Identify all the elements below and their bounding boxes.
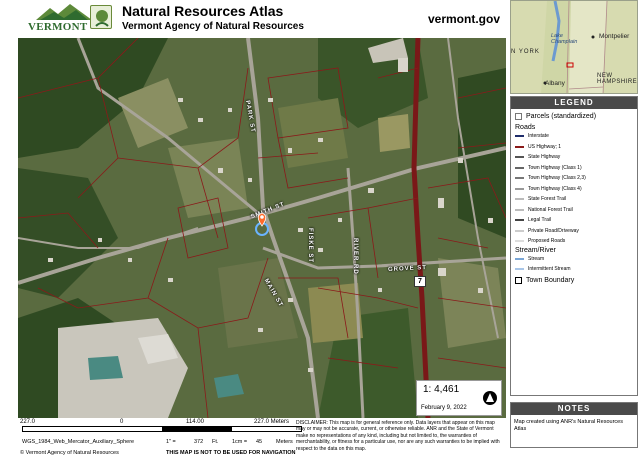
road-swatch	[515, 240, 524, 242]
stream-swatch	[515, 258, 524, 260]
legend-town-boundary-label: Town Boundary	[526, 277, 575, 284]
scale-info-box: 1: 4,461 February 9, 2022	[416, 380, 502, 416]
mountain-icon	[36, 4, 92, 20]
inset-label-nh: NEW HAMPSHIRE	[597, 73, 638, 85]
legend-road-label: Private Road/Driveway	[528, 227, 579, 234]
road-swatch	[515, 135, 524, 137]
map-date: February 9, 2022	[421, 405, 467, 411]
location-pin-icon[interactable]	[254, 210, 270, 236]
legend-road-row: US Highway; 1	[515, 144, 561, 150]
conversion-text: Meters	[276, 439, 293, 445]
legend-stream-row: Intermittent Stream	[515, 266, 571, 272]
vermont-logo-text: VERMONT	[28, 21, 88, 33]
road-swatch	[515, 177, 524, 179]
road-swatch	[515, 156, 524, 158]
scale-label: 227.0	[20, 419, 36, 425]
legend-road-label: State Forest Trail	[528, 196, 567, 202]
notes-title: NOTES	[511, 403, 637, 415]
legend-road-row: State Forest Trail	[515, 196, 566, 202]
legend-road-row: Interstate	[515, 133, 549, 139]
legend-road-label: Legal Trail	[528, 217, 552, 223]
page-title: Natural Resources Atlas	[122, 3, 284, 19]
street-label-river: RIVER RD	[352, 238, 358, 275]
legend-panel: LEGEND Parcels (standardized) Roads Stre…	[510, 96, 638, 396]
navigation-warning: THIS MAP IS NOT TO BE USED FOR NAVIGATIO…	[166, 450, 296, 456]
legend-road-row: Town Highway (Class 1)	[515, 165, 582, 171]
disclaimer-text: DISCLAIMER: This map is for general refe…	[296, 420, 500, 452]
legend-road-row: Proposed Roads	[515, 238, 565, 244]
legend-road-label: US Highway; 1	[528, 143, 562, 150]
legend-parcels: Parcels (standardized)	[515, 113, 596, 120]
notes-panel: NOTES Map created using ANR's Natural Re…	[510, 402, 638, 448]
legend-road-row: Town Highway (Class 4)	[515, 186, 582, 192]
legend-parcels-label: Parcels (standardized)	[526, 113, 597, 120]
copyright-text: © Vermont Agency of Natural Resources	[20, 450, 119, 456]
scale-bar-seg	[23, 427, 162, 431]
legend-stream-label: Intermittent Stream	[528, 266, 571, 272]
scale-ratio: 1: 4,461	[423, 384, 460, 395]
legend-stream-label: Stream	[528, 256, 545, 262]
road-swatch	[515, 198, 524, 200]
legend-stream-row: Stream	[515, 256, 544, 262]
legend-road-row: Private Road/Driveway	[515, 228, 579, 234]
north-arrow-icon	[483, 391, 497, 405]
road-swatch	[515, 187, 524, 190]
conversion-text: 1" =	[166, 439, 176, 445]
road-swatch	[515, 145, 524, 148]
street-label-fiske: FISKE ST	[307, 228, 313, 264]
inset-label-ny: N YORK	[511, 49, 540, 55]
footer: 227.0 0 114.00 227.0 Meters WGS_1984_Web…	[18, 419, 506, 460]
stream-swatch	[515, 268, 524, 270]
legend-roads-heading: Roads	[515, 124, 536, 131]
route-shield: 7	[414, 276, 426, 287]
conversion-text: Ft.	[212, 439, 219, 445]
road-swatch	[515, 219, 524, 221]
parcel-swatch	[515, 113, 522, 120]
anr-seal-icon	[90, 5, 112, 29]
projection-text: WGS_1984_Web_Mercator_Auxiliary_Sphere	[22, 439, 135, 445]
scale-label: 227.0 Meters	[254, 419, 290, 425]
page-subtitle: Vermont Agency of Natural Resources	[122, 21, 304, 32]
road-swatch	[515, 166, 524, 169]
inset-label-lake: Lake Champlain	[551, 33, 578, 45]
locator-inset-map: N YORK Lake Champlain Montpelier Albany …	[510, 0, 638, 94]
legend-road-label: State Highway	[528, 154, 561, 160]
town-boundary-swatch	[515, 277, 522, 284]
legend-road-label: National Forest Trail	[528, 206, 573, 213]
header: VERMONT Natural Resources Atlas Vermont …	[18, 0, 506, 38]
notes-text: Map created using ANR's Natural Resource…	[514, 419, 623, 432]
legend-road-label: Proposed Roads	[528, 238, 566, 244]
road-swatch	[515, 229, 524, 232]
road-swatch	[515, 208, 524, 211]
atlas-print-page: VERMONT Natural Resources Atlas Vermont …	[0, 0, 640, 460]
legend-stream-heading: Stream/River	[515, 247, 556, 254]
legend-road-row: State Highway	[515, 154, 560, 160]
aerial-map[interactable]: SMITH ST FISKE ST PARK ST MAIN ST RIVER …	[18, 38, 506, 418]
legend-road-row: National Forest Trail	[515, 207, 573, 213]
legend-road-label: Interstate	[528, 133, 549, 139]
legend-road-label: Town Highway (Class 2,3)	[528, 175, 586, 181]
legend-road-label: Town Highway (Class 4)	[528, 185, 582, 192]
site-link[interactable]: vermont.gov	[428, 12, 500, 26]
scale-bar-seg	[162, 427, 232, 431]
scale-bar-seg	[231, 427, 301, 431]
scale-bar	[22, 426, 302, 432]
legend-road-label: Town Highway (Class 1)	[528, 164, 582, 171]
legend-road-row: Legal Trail	[515, 217, 551, 223]
scale-label: 114.00	[186, 419, 204, 425]
inset-label-montpelier: Montpelier	[599, 33, 630, 40]
inset-label-albany: Albany	[545, 80, 565, 87]
conversion-text: 45	[256, 439, 263, 445]
legend-town-boundary: Town Boundary	[515, 277, 574, 284]
scale-label: 0	[120, 419, 124, 425]
conversion-text: 1cm =	[232, 439, 248, 445]
legend-title: LEGEND	[511, 97, 637, 109]
legend-road-row: Town Highway (Class 2,3)	[515, 175, 586, 181]
conversion-text: 372	[194, 439, 204, 445]
